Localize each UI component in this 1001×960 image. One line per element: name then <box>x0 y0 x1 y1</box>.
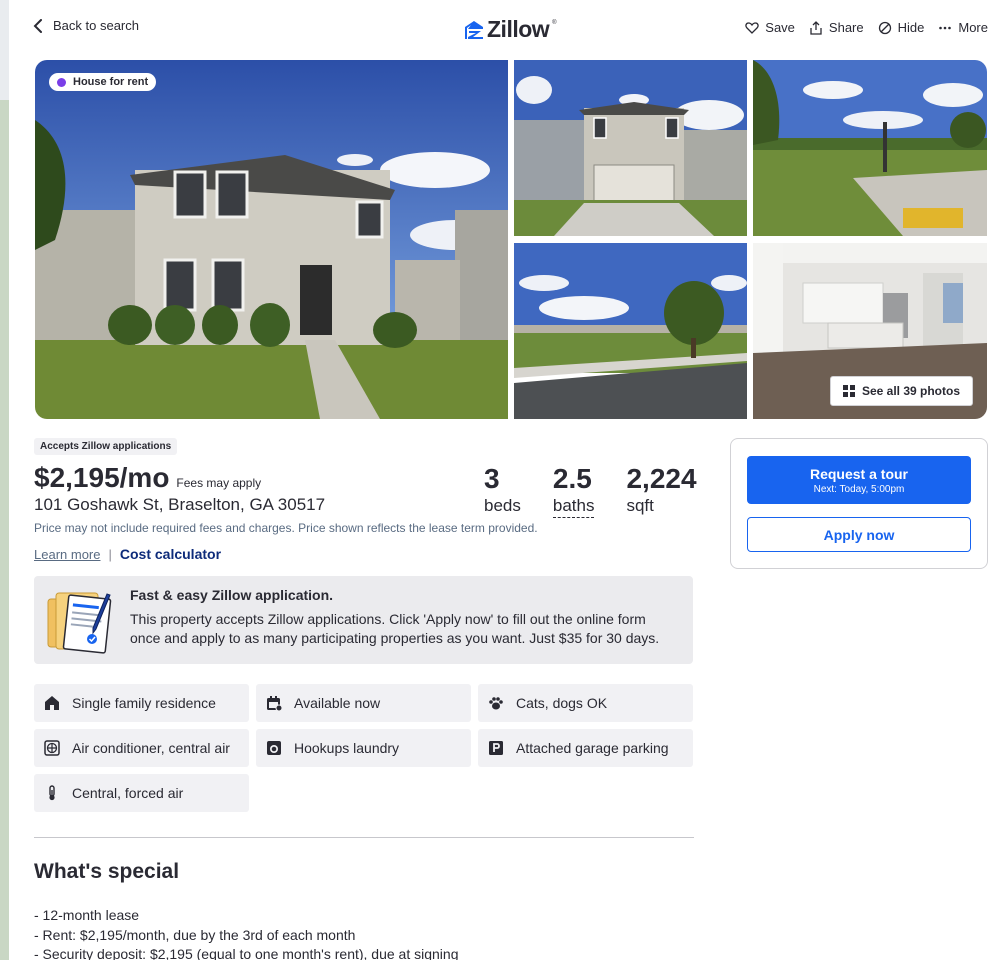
see-all-photos-button[interactable]: See all 39 photos <box>829 376 973 406</box>
property-stats: 3 beds 2.5 baths 2,224 sqft <box>484 462 697 518</box>
price-row: $2,195/mo Fees may apply <box>34 462 261 494</box>
sqft-label: sqft <box>626 496 654 515</box>
zillow-house-icon <box>465 20 483 39</box>
zillow-logo[interactable]: Zillow ® <box>464 16 557 43</box>
baths-count: 2.5 <box>552 463 592 494</box>
status-tag-label: House for rent <box>73 76 149 88</box>
back-to-search-button[interactable]: Back to search <box>33 18 139 33</box>
home-icon <box>45 696 59 710</box>
rent-price: $2,195/mo <box>34 462 170 493</box>
promo-title: Fast & easy Zillow application. <box>130 587 334 603</box>
request-tour-label: Request a tour <box>809 465 908 482</box>
fact-label: Single family residence <box>72 695 216 711</box>
beds-stat: 3 beds <box>484 462 521 518</box>
gallery-photo-3[interactable] <box>753 60 987 236</box>
fact-availability: Available now <box>256 684 471 722</box>
share-label: Share <box>828 20 864 35</box>
fact-label: Central, forced air <box>72 785 184 801</box>
share-button[interactable]: Share <box>809 20 864 35</box>
more-label: More <box>958 20 988 35</box>
hide-icon <box>878 21 891 34</box>
save-label: Save <box>765 20 795 35</box>
listing-modal: Back to search Zillow ® Save Share Hide <box>9 0 1001 960</box>
fact-parking: Attached garage parking <box>478 729 693 767</box>
header-actions: Save Share Hide More <box>745 20 988 35</box>
save-button[interactable]: Save <box>745 20 795 35</box>
fact-label: Air conditioner, central air <box>72 740 230 756</box>
listing-header: Back to search Zillow ® Save Share Hide <box>9 0 1001 58</box>
contact-card: Request a tour Next: Today, 5:00pm Apply… <box>730 438 988 569</box>
heart-icon <box>745 21 759 34</box>
parking-icon <box>489 741 503 755</box>
special-line: - 12-month lease <box>34 907 140 923</box>
back-label: Back to search <box>53 18 139 33</box>
fact-label: Available now <box>294 695 381 711</box>
thermometer-icon <box>49 785 55 801</box>
apply-now-button[interactable]: Apply now <box>747 517 971 552</box>
gallery-photo-2[interactable] <box>514 60 747 236</box>
fact-label: Cats, dogs OK <box>516 695 608 711</box>
baths-stat: 2.5 baths <box>552 462 595 518</box>
fact-heating: Central, forced air <box>34 774 249 812</box>
fees-note: Fees may apply <box>176 476 262 490</box>
property-address: 101 Goshawk St, Braselton, GA 30517 <box>34 495 326 514</box>
fact-label: Hookups laundry <box>294 740 400 756</box>
share-icon <box>810 20 822 35</box>
fact-pets: Cats, dogs OK <box>478 684 693 722</box>
whats-special-list: - 12-month lease - Rent: $2,195/month, d… <box>34 906 458 960</box>
hide-button[interactable]: Hide <box>878 20 925 35</box>
beds-count: 3 <box>484 463 500 494</box>
chevron-left-icon <box>33 18 42 33</box>
whats-special-heading: What's special <box>34 860 180 883</box>
zillow-application-promo: Fast & easy Zillow application. This pro… <box>34 576 693 664</box>
paw-icon <box>489 697 503 710</box>
house-front-photo <box>35 60 508 419</box>
accepts-applications-badge: Accepts Zillow applications <box>34 438 178 455</box>
street-view-photo <box>514 243 747 419</box>
beds-label: beds <box>484 496 521 515</box>
request-tour-button[interactable]: Request a tour Next: Today, 5:00pm <box>747 456 971 504</box>
learn-more-link[interactable]: Learn more <box>34 547 100 562</box>
house-for-rent-badge: House for rent <box>49 73 157 91</box>
special-line: - Security deposit: $2,195 (equal to one… <box>34 946 459 960</box>
sqft-count: 2,224 <box>626 463 697 494</box>
neighborhood-sidewalk-photo <box>753 60 987 236</box>
logo-wordmark: Zillow <box>487 16 550 42</box>
price-disclaimer: Price may not include required fees and … <box>34 521 538 535</box>
photo-gallery: House for rent See all 39 photos <box>35 60 987 419</box>
facts-grid: Single family residence Available now Ca… <box>34 684 694 812</box>
next-tour-time: Next: Today, 5:00pm <box>813 483 905 495</box>
section-divider <box>34 837 694 838</box>
price-links: Learn more | Cost calculator <box>34 546 221 562</box>
more-button[interactable]: More <box>938 20 988 35</box>
more-icon <box>939 26 952 29</box>
map-backdrop <box>0 0 9 960</box>
fact-label: Attached garage parking <box>516 740 669 756</box>
logo-registered: ® <box>552 20 557 26</box>
promo-body: This property accepts Zillow application… <box>130 611 660 646</box>
fact-cooling: Air conditioner, central air <box>34 729 249 767</box>
laundry-icon <box>267 741 281 755</box>
grid-icon <box>842 385 855 397</box>
main-photo[interactable]: House for rent <box>35 60 508 419</box>
fact-laundry: Hookups laundry <box>256 729 471 767</box>
gallery-photo-4[interactable] <box>514 243 747 419</box>
hide-label: Hide <box>897 20 925 35</box>
house-garage-photo <box>514 60 747 236</box>
fact-home-type: Single family residence <box>34 684 249 722</box>
application-clipboard-icon <box>47 592 112 654</box>
snowflake-icon <box>44 740 60 756</box>
link-separator: | <box>108 546 112 562</box>
status-dot-icon <box>57 77 66 87</box>
special-line: - Rent: $2,195/month, due by the 3rd of … <box>34 926 356 943</box>
see-all-label: See all 39 photos <box>861 384 960 398</box>
gallery-photo-5[interactable]: See all 39 photos <box>753 243 987 419</box>
cost-calculator-link[interactable]: Cost calculator <box>120 546 221 562</box>
baths-label[interactable]: baths <box>552 496 595 518</box>
calendar-icon <box>267 696 282 711</box>
sqft-stat: 2,224 sqft <box>626 462 696 518</box>
